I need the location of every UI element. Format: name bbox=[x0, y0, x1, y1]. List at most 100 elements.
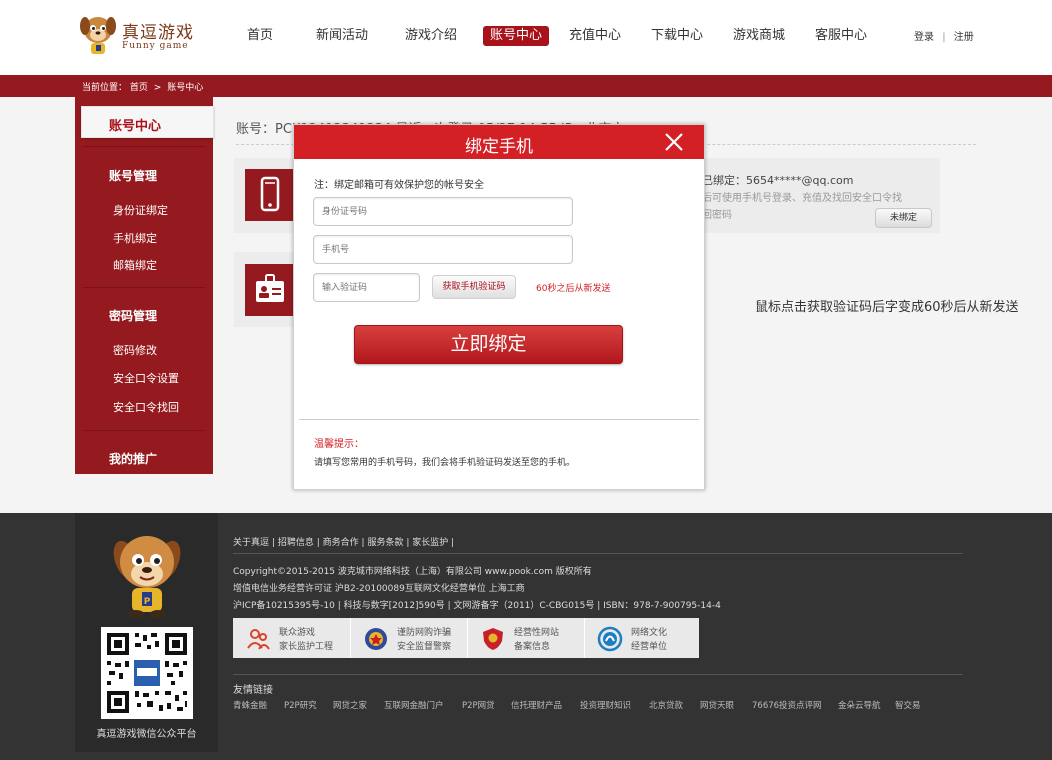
friend-link[interactable]: 76676投资点评网 bbox=[752, 699, 822, 711]
friend-link[interactable]: P2P研究 bbox=[284, 699, 317, 711]
sidebar bbox=[75, 97, 213, 474]
breadcrumb-prefix: 当前位置： bbox=[82, 83, 128, 93]
footer-links: 关于真逗 | 招聘信息 | 商务合作 | 服务条款 | 家长监护 | bbox=[233, 535, 454, 548]
sidebar-item-phone-bind[interactable]: 手机绑定 bbox=[113, 230, 157, 246]
svg-text:P: P bbox=[144, 597, 151, 607]
breadcrumb-sep: > bbox=[153, 83, 162, 93]
tip-text: 请填写您常用的手机号码，我们会将手机验证码发送至您的手机。 bbox=[314, 458, 576, 468]
dog-mascot-icon: P bbox=[113, 536, 181, 618]
friend-link[interactable]: 网贷天眼 bbox=[700, 699, 734, 711]
auth-divider: | bbox=[942, 32, 946, 43]
logo-text-cn: 真逗游戏 bbox=[122, 23, 194, 43]
dog-mascot-icon bbox=[80, 17, 116, 54]
license-line: 增值电信业务经营许可证 沪B2-20100089互联网文化经营单位 上海工商 bbox=[233, 584, 525, 594]
logo[interactable]: 真逗游戏 Funny game bbox=[76, 8, 206, 60]
sidebar-item-id-bind[interactable]: 身份证绑定 bbox=[113, 202, 168, 218]
nav-download[interactable]: 下载中心 bbox=[651, 26, 703, 46]
footer-link-sep: | bbox=[316, 538, 320, 548]
modal-divider bbox=[299, 419, 699, 420]
badge-police[interactable]: 谨防网购诈骗 安全监督警察 bbox=[351, 618, 467, 658]
footer-link-sep: | bbox=[361, 538, 365, 548]
friend-link[interactable]: 金朵云导航 bbox=[838, 699, 881, 711]
nav-support[interactable]: 客服中心 bbox=[815, 26, 867, 46]
bind-submit-button[interactable]: 立即绑定 bbox=[354, 325, 623, 364]
sidebar-item-password-change[interactable]: 密码修改 bbox=[113, 342, 157, 358]
sidebar-active-label: 账号中心 bbox=[109, 119, 162, 134]
shield-emblem-icon bbox=[483, 628, 503, 650]
id-card-icon bbox=[256, 274, 284, 302]
breadcrumb-home[interactable]: 首页 bbox=[130, 83, 148, 93]
badge-website-record[interactable]: 经营性网站 备案信息 bbox=[468, 618, 584, 658]
id-number-input[interactable] bbox=[313, 197, 573, 226]
footer-divider bbox=[233, 674, 963, 675]
sidebar-divider bbox=[83, 430, 205, 431]
friend-link[interactable]: P2P网贷 bbox=[462, 699, 495, 711]
verify-code-input[interactable] bbox=[313, 273, 420, 302]
sidebar-item-token-set[interactable]: 安全口令设置 bbox=[113, 370, 179, 386]
phone-bound-desc: 后可使用手机号登录、充值及找回安全口令找回密码 bbox=[702, 193, 902, 221]
people-icon bbox=[247, 629, 270, 650]
sidebar-divider bbox=[83, 287, 205, 288]
breadcrumb-current: 账号中心 bbox=[167, 83, 204, 93]
close-icon[interactable] bbox=[662, 130, 686, 154]
friend-link[interactable]: 智交易 bbox=[895, 699, 921, 711]
copyright-line: Copyright©2015-2015 波克城市网络科技（上海）有限公司 www… bbox=[233, 567, 592, 577]
login-link[interactable]: 登录 bbox=[914, 32, 934, 43]
tip-title: 温馨提示： bbox=[314, 439, 364, 450]
friend-link[interactable]: 互联网金融门户 bbox=[384, 699, 444, 711]
modal-title: 绑定手机 bbox=[465, 137, 533, 157]
auth-links: 登录 | 注册 bbox=[914, 28, 974, 43]
footer-link[interactable]: 服务条款 bbox=[367, 538, 403, 548]
friend-links-title: 友情链接 bbox=[233, 685, 273, 696]
nav-news[interactable]: 新闻活动 bbox=[316, 26, 368, 46]
sidebar-item-promotion[interactable]: 我的推广 bbox=[109, 450, 157, 467]
badge-line2: 备案信息 bbox=[514, 642, 551, 652]
nav-home[interactable]: 首页 bbox=[247, 26, 273, 46]
footer-divider bbox=[233, 553, 963, 554]
register-link[interactable]: 注册 bbox=[954, 32, 974, 43]
footer-link[interactable]: 关于真逗 bbox=[233, 538, 269, 548]
annotation-note: 鼠标点击获取验证码后字变成60秒后从新发送 bbox=[755, 300, 1019, 315]
mobile-phone-icon bbox=[260, 176, 280, 212]
nav-recharge[interactable]: 充值中心 bbox=[569, 26, 621, 46]
footer-link[interactable]: 招聘信息 bbox=[278, 538, 314, 548]
sidebar-item-account-center[interactable]: 账号中心 bbox=[81, 106, 214, 138]
footer-link-sep: | bbox=[271, 538, 275, 548]
cert-badges: 联众游戏 家长监护工程 谨防网购诈骗 安全监督警察 经营性网站 备案信息 网络文… bbox=[233, 618, 699, 658]
friend-link[interactable]: 信托理财产品 bbox=[511, 699, 562, 711]
icp-line: 沪ICP备10215395号-10 | 科技与数字[2012]590号 | 文网… bbox=[233, 601, 721, 611]
sidebar-divider bbox=[83, 146, 205, 147]
badge-line1: 谨防网购诈骗 bbox=[397, 628, 452, 638]
nav-shop[interactable]: 游戏商城 bbox=[733, 26, 785, 46]
friend-link[interactable]: 北京贷款 bbox=[649, 699, 683, 711]
sidebar-group-password: 密码管理 bbox=[109, 309, 158, 323]
breadcrumb: 当前位置： 首页 > 账号中心 bbox=[82, 80, 203, 93]
police-badge-icon bbox=[365, 628, 387, 650]
footer-link-sep: | bbox=[451, 538, 455, 548]
footer-link[interactable]: 家长监护 bbox=[412, 538, 448, 548]
bind-phone-modal: 绑定手机 注：绑定邮箱可有效保护您的帐号安全 获取手机验证码 60秒之后从新发送… bbox=[293, 124, 705, 490]
badge-line1: 联众游戏 bbox=[279, 628, 316, 638]
footer-link[interactable]: 商务合作 bbox=[323, 538, 359, 548]
logo-text-en: Funny game bbox=[122, 41, 189, 51]
phone-number-input[interactable] bbox=[313, 235, 573, 264]
sidebar-item-token-recover[interactable]: 安全口令找回 bbox=[113, 399, 179, 415]
get-code-button[interactable]: 获取手机验证码 bbox=[432, 275, 516, 299]
badge-network-culture[interactable]: 网络文化 经营单位 bbox=[585, 618, 701, 658]
badge-line2: 安全监督警察 bbox=[397, 642, 452, 652]
nav-games[interactable]: 游戏介绍 bbox=[405, 26, 457, 46]
qr-caption: 真逗游戏微信公众平台 bbox=[96, 729, 197, 740]
culture-circle-icon bbox=[597, 626, 623, 652]
badge-parent-guard[interactable]: 联众游戏 家长监护工程 bbox=[233, 618, 349, 658]
friend-link[interactable]: 投资理财知识 bbox=[580, 699, 631, 711]
unbind-button[interactable]: 未绑定 bbox=[875, 208, 932, 228]
phone-bound-status: 已绑定：5654*****@qq.com bbox=[702, 174, 854, 187]
resend-countdown-text: 60秒之后从新发送 bbox=[536, 284, 611, 294]
badge-line1: 网络文化 bbox=[631, 628, 668, 638]
id-card-icon-box bbox=[245, 264, 295, 316]
friend-link[interactable]: 网贷之家 bbox=[333, 699, 367, 711]
nav-account[interactable]: 账号中心 bbox=[483, 26, 550, 46]
friend-link[interactable]: 青蛛金融 bbox=[233, 699, 267, 711]
sidebar-item-email-bind[interactable]: 邮箱绑定 bbox=[113, 257, 157, 273]
phone-card-icon-box bbox=[245, 169, 295, 221]
